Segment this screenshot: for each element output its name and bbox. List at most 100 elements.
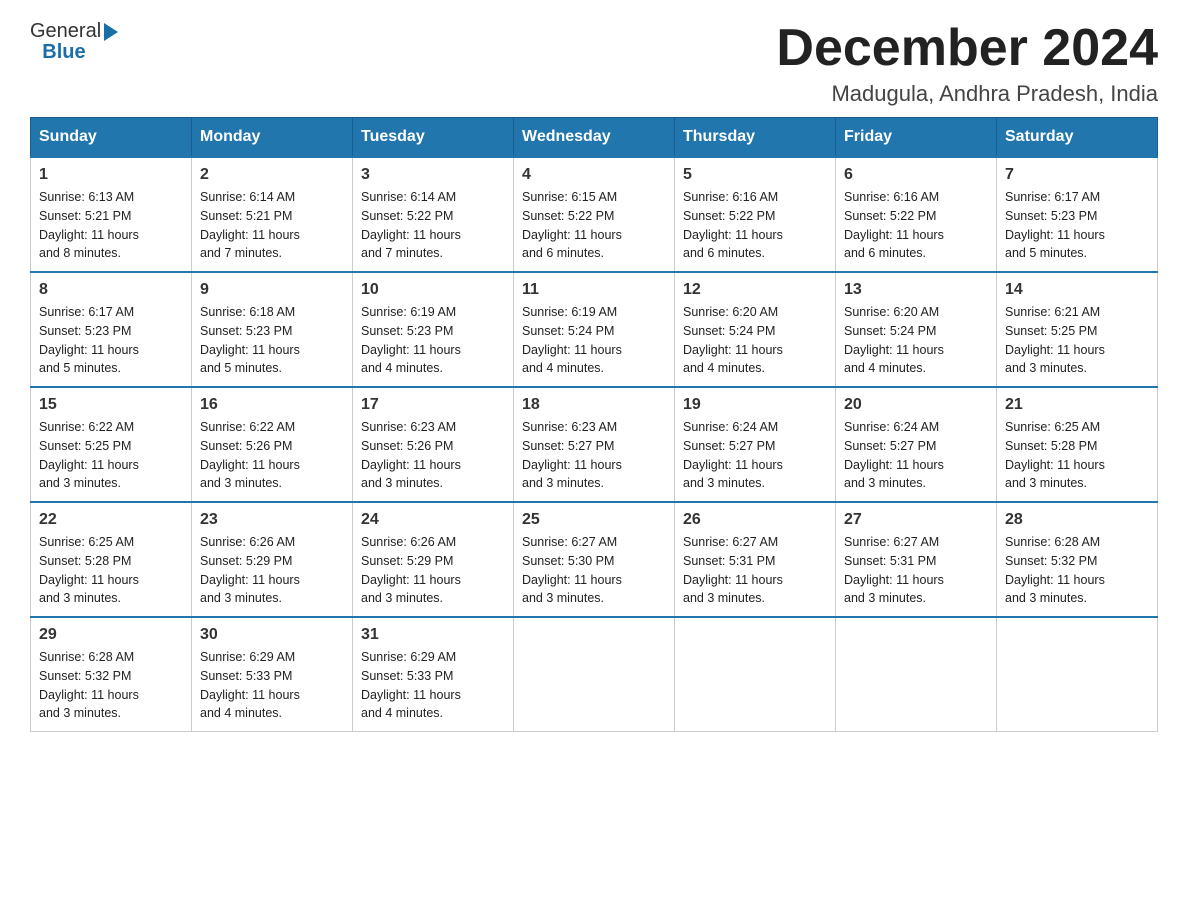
week-row-1: 1 Sunrise: 6:13 AMSunset: 5:21 PMDayligh… — [31, 157, 1158, 272]
calendar-cell: 2 Sunrise: 6:14 AMSunset: 5:21 PMDayligh… — [192, 157, 353, 272]
day-info: Sunrise: 6:27 AMSunset: 5:30 PMDaylight:… — [522, 533, 666, 608]
day-info: Sunrise: 6:17 AMSunset: 5:23 PMDaylight:… — [39, 303, 183, 378]
logo: General Blue — [30, 20, 118, 64]
calendar-cell: 20 Sunrise: 6:24 AMSunset: 5:27 PMDaylig… — [836, 387, 997, 502]
day-number: 22 — [39, 511, 183, 529]
calendar-cell — [514, 617, 675, 732]
day-number: 21 — [1005, 396, 1149, 414]
day-number: 19 — [683, 396, 827, 414]
day-info: Sunrise: 6:25 AMSunset: 5:28 PMDaylight:… — [39, 533, 183, 608]
day-number: 6 — [844, 166, 988, 184]
day-number: 7 — [1005, 166, 1149, 184]
day-number: 4 — [522, 166, 666, 184]
calendar-cell: 16 Sunrise: 6:22 AMSunset: 5:26 PMDaylig… — [192, 387, 353, 502]
calendar-cell — [836, 617, 997, 732]
calendar-cell — [997, 617, 1158, 732]
day-number: 25 — [522, 511, 666, 529]
calendar-cell: 24 Sunrise: 6:26 AMSunset: 5:29 PMDaylig… — [353, 502, 514, 617]
day-number: 2 — [200, 166, 344, 184]
day-info: Sunrise: 6:29 AMSunset: 5:33 PMDaylight:… — [361, 648, 505, 723]
calendar-cell: 29 Sunrise: 6:28 AMSunset: 5:32 PMDaylig… — [31, 617, 192, 732]
week-row-3: 15 Sunrise: 6:22 AMSunset: 5:25 PMDaylig… — [31, 387, 1158, 502]
calendar-cell: 18 Sunrise: 6:23 AMSunset: 5:27 PMDaylig… — [514, 387, 675, 502]
day-number: 26 — [683, 511, 827, 529]
calendar-cell: 27 Sunrise: 6:27 AMSunset: 5:31 PMDaylig… — [836, 502, 997, 617]
day-number: 8 — [39, 281, 183, 299]
week-row-4: 22 Sunrise: 6:25 AMSunset: 5:28 PMDaylig… — [31, 502, 1158, 617]
calendar-cell: 6 Sunrise: 6:16 AMSunset: 5:22 PMDayligh… — [836, 157, 997, 272]
day-info: Sunrise: 6:22 AMSunset: 5:25 PMDaylight:… — [39, 418, 183, 493]
day-info: Sunrise: 6:19 AMSunset: 5:23 PMDaylight:… — [361, 303, 505, 378]
day-info: Sunrise: 6:24 AMSunset: 5:27 PMDaylight:… — [683, 418, 827, 493]
day-info: Sunrise: 6:21 AMSunset: 5:25 PMDaylight:… — [1005, 303, 1149, 378]
day-info: Sunrise: 6:23 AMSunset: 5:26 PMDaylight:… — [361, 418, 505, 493]
week-row-5: 29 Sunrise: 6:28 AMSunset: 5:32 PMDaylig… — [31, 617, 1158, 732]
day-info: Sunrise: 6:23 AMSunset: 5:27 PMDaylight:… — [522, 418, 666, 493]
calendar-header: SundayMondayTuesdayWednesdayThursdayFrid… — [31, 118, 1158, 158]
calendar-cell: 5 Sunrise: 6:16 AMSunset: 5:22 PMDayligh… — [675, 157, 836, 272]
day-number: 23 — [200, 511, 344, 529]
header-cell-tuesday: Tuesday — [353, 118, 514, 158]
calendar-cell — [675, 617, 836, 732]
calendar-cell: 9 Sunrise: 6:18 AMSunset: 5:23 PMDayligh… — [192, 272, 353, 387]
day-number: 18 — [522, 396, 666, 414]
calendar-cell: 25 Sunrise: 6:27 AMSunset: 5:30 PMDaylig… — [514, 502, 675, 617]
day-info: Sunrise: 6:16 AMSunset: 5:22 PMDaylight:… — [844, 188, 988, 263]
calendar-cell: 30 Sunrise: 6:29 AMSunset: 5:33 PMDaylig… — [192, 617, 353, 732]
title-block: December 2024 Madugula, Andhra Pradesh, … — [776, 20, 1158, 107]
calendar-cell: 19 Sunrise: 6:24 AMSunset: 5:27 PMDaylig… — [675, 387, 836, 502]
day-number: 30 — [200, 626, 344, 644]
calendar-cell: 26 Sunrise: 6:27 AMSunset: 5:31 PMDaylig… — [675, 502, 836, 617]
day-number: 10 — [361, 281, 505, 299]
day-number: 20 — [844, 396, 988, 414]
location-title: Madugula, Andhra Pradesh, India — [776, 81, 1158, 107]
calendar-cell: 8 Sunrise: 6:17 AMSunset: 5:23 PMDayligh… — [31, 272, 192, 387]
calendar-cell: 1 Sunrise: 6:13 AMSunset: 5:21 PMDayligh… — [31, 157, 192, 272]
day-info: Sunrise: 6:24 AMSunset: 5:27 PMDaylight:… — [844, 418, 988, 493]
calendar-cell: 15 Sunrise: 6:22 AMSunset: 5:25 PMDaylig… — [31, 387, 192, 502]
header-row: SundayMondayTuesdayWednesdayThursdayFrid… — [31, 118, 1158, 158]
day-number: 14 — [1005, 281, 1149, 299]
week-row-2: 8 Sunrise: 6:17 AMSunset: 5:23 PMDayligh… — [31, 272, 1158, 387]
calendar-body: 1 Sunrise: 6:13 AMSunset: 5:21 PMDayligh… — [31, 157, 1158, 732]
calendar-cell: 12 Sunrise: 6:20 AMSunset: 5:24 PMDaylig… — [675, 272, 836, 387]
day-info: Sunrise: 6:14 AMSunset: 5:22 PMDaylight:… — [361, 188, 505, 263]
logo-arrow-icon — [104, 23, 118, 41]
logo-text-general: General — [30, 20, 101, 43]
day-number: 16 — [200, 396, 344, 414]
day-info: Sunrise: 6:20 AMSunset: 5:24 PMDaylight:… — [844, 303, 988, 378]
day-number: 1 — [39, 166, 183, 184]
day-number: 24 — [361, 511, 505, 529]
day-info: Sunrise: 6:29 AMSunset: 5:33 PMDaylight:… — [200, 648, 344, 723]
calendar-cell: 11 Sunrise: 6:19 AMSunset: 5:24 PMDaylig… — [514, 272, 675, 387]
day-info: Sunrise: 6:26 AMSunset: 5:29 PMDaylight:… — [200, 533, 344, 608]
day-info: Sunrise: 6:13 AMSunset: 5:21 PMDaylight:… — [39, 188, 183, 263]
day-number: 17 — [361, 396, 505, 414]
day-number: 28 — [1005, 511, 1149, 529]
day-number: 31 — [361, 626, 505, 644]
calendar-cell: 31 Sunrise: 6:29 AMSunset: 5:33 PMDaylig… — [353, 617, 514, 732]
header-cell-friday: Friday — [836, 118, 997, 158]
calendar-cell: 21 Sunrise: 6:25 AMSunset: 5:28 PMDaylig… — [997, 387, 1158, 502]
day-info: Sunrise: 6:16 AMSunset: 5:22 PMDaylight:… — [683, 188, 827, 263]
calendar-cell: 4 Sunrise: 6:15 AMSunset: 5:22 PMDayligh… — [514, 157, 675, 272]
day-info: Sunrise: 6:27 AMSunset: 5:31 PMDaylight:… — [683, 533, 827, 608]
day-info: Sunrise: 6:14 AMSunset: 5:21 PMDaylight:… — [200, 188, 344, 263]
calendar-cell: 14 Sunrise: 6:21 AMSunset: 5:25 PMDaylig… — [997, 272, 1158, 387]
page-header: General Blue December 2024 Madugula, And… — [30, 20, 1158, 107]
logo-container: General Blue — [30, 20, 118, 64]
day-number: 11 — [522, 281, 666, 299]
calendar-cell: 3 Sunrise: 6:14 AMSunset: 5:22 PMDayligh… — [353, 157, 514, 272]
calendar-cell: 7 Sunrise: 6:17 AMSunset: 5:23 PMDayligh… — [997, 157, 1158, 272]
day-info: Sunrise: 6:27 AMSunset: 5:31 PMDaylight:… — [844, 533, 988, 608]
day-info: Sunrise: 6:15 AMSunset: 5:22 PMDaylight:… — [522, 188, 666, 263]
calendar-cell: 13 Sunrise: 6:20 AMSunset: 5:24 PMDaylig… — [836, 272, 997, 387]
calendar-cell: 17 Sunrise: 6:23 AMSunset: 5:26 PMDaylig… — [353, 387, 514, 502]
day-number: 5 — [683, 166, 827, 184]
day-info: Sunrise: 6:26 AMSunset: 5:29 PMDaylight:… — [361, 533, 505, 608]
day-number: 9 — [200, 281, 344, 299]
header-cell-sunday: Sunday — [31, 118, 192, 158]
header-cell-monday: Monday — [192, 118, 353, 158]
header-cell-thursday: Thursday — [675, 118, 836, 158]
day-info: Sunrise: 6:20 AMSunset: 5:24 PMDaylight:… — [683, 303, 827, 378]
